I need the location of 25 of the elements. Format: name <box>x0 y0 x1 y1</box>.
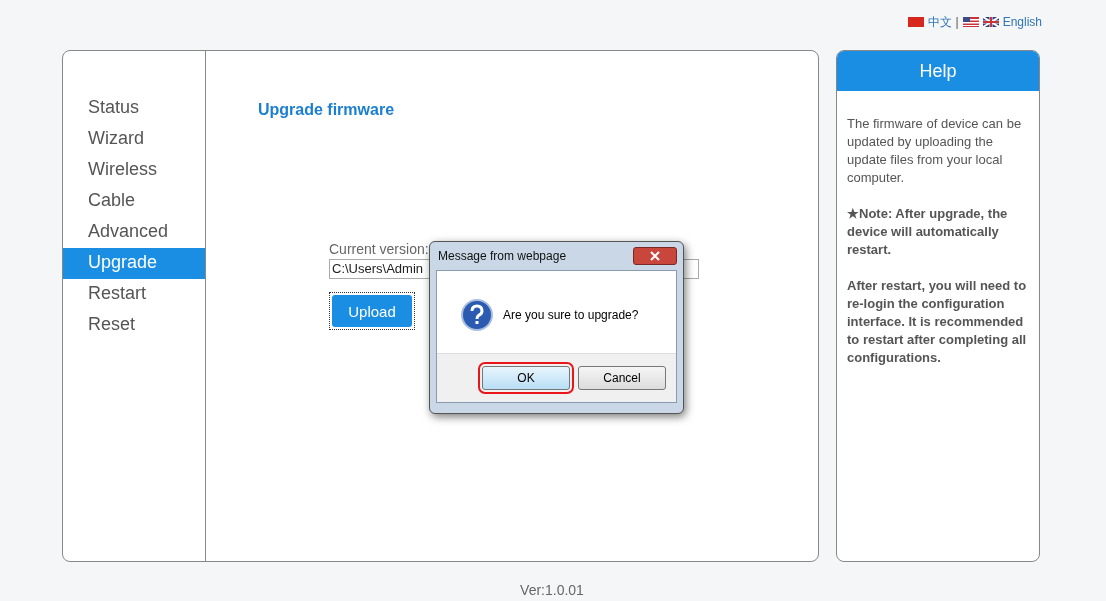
help-title: Help <box>837 51 1039 91</box>
help-text: After restart, you will need to re-login the configuration interface. It is recommended to restart after completing all configurations. <box>847 277 1028 367</box>
sidebar-item[interactable]: Cable <box>63 186 205 217</box>
cancel-button[interactable]: Cancel <box>578 366 666 390</box>
flags-icon <box>962 17 999 27</box>
help-text: The firmware of device can be updated by uploading the update files from your local computer. <box>847 115 1023 187</box>
language-separator: | <box>955 15 959 29</box>
dialog-message: Are you sure to upgrade? <box>503 308 639 322</box>
language-link[interactable]: 中文 <box>927 13 952 31</box>
sidebar-item[interactable]: Status <box>63 93 205 124</box>
dialog-title: Message from webpage <box>438 249 567 263</box>
sidebar-item[interactable]: Wireless <box>63 155 205 186</box>
sidebar-item[interactable]: Reset <box>63 310 205 341</box>
current-version-label: Current version: <box>329 241 429 257</box>
sidebar-item[interactable]: Advanced <box>63 217 205 248</box>
close-button[interactable] <box>633 247 677 265</box>
sidebar-item[interactable]: Wizard <box>63 124 205 155</box>
close-icon <box>650 251 660 261</box>
sidebar-item[interactable]: Restart <box>63 279 205 310</box>
question-icon <box>461 299 493 331</box>
help-text: ★Note: After upgrade, the device will automatically restart. <box>847 205 1009 259</box>
language-link[interactable]: English <box>1002 15 1042 29</box>
version-text: Ver:1.0.01 <box>519 582 585 598</box>
page-title: Upgrade firmware <box>258 101 396 119</box>
flag-icon <box>907 17 924 27</box>
